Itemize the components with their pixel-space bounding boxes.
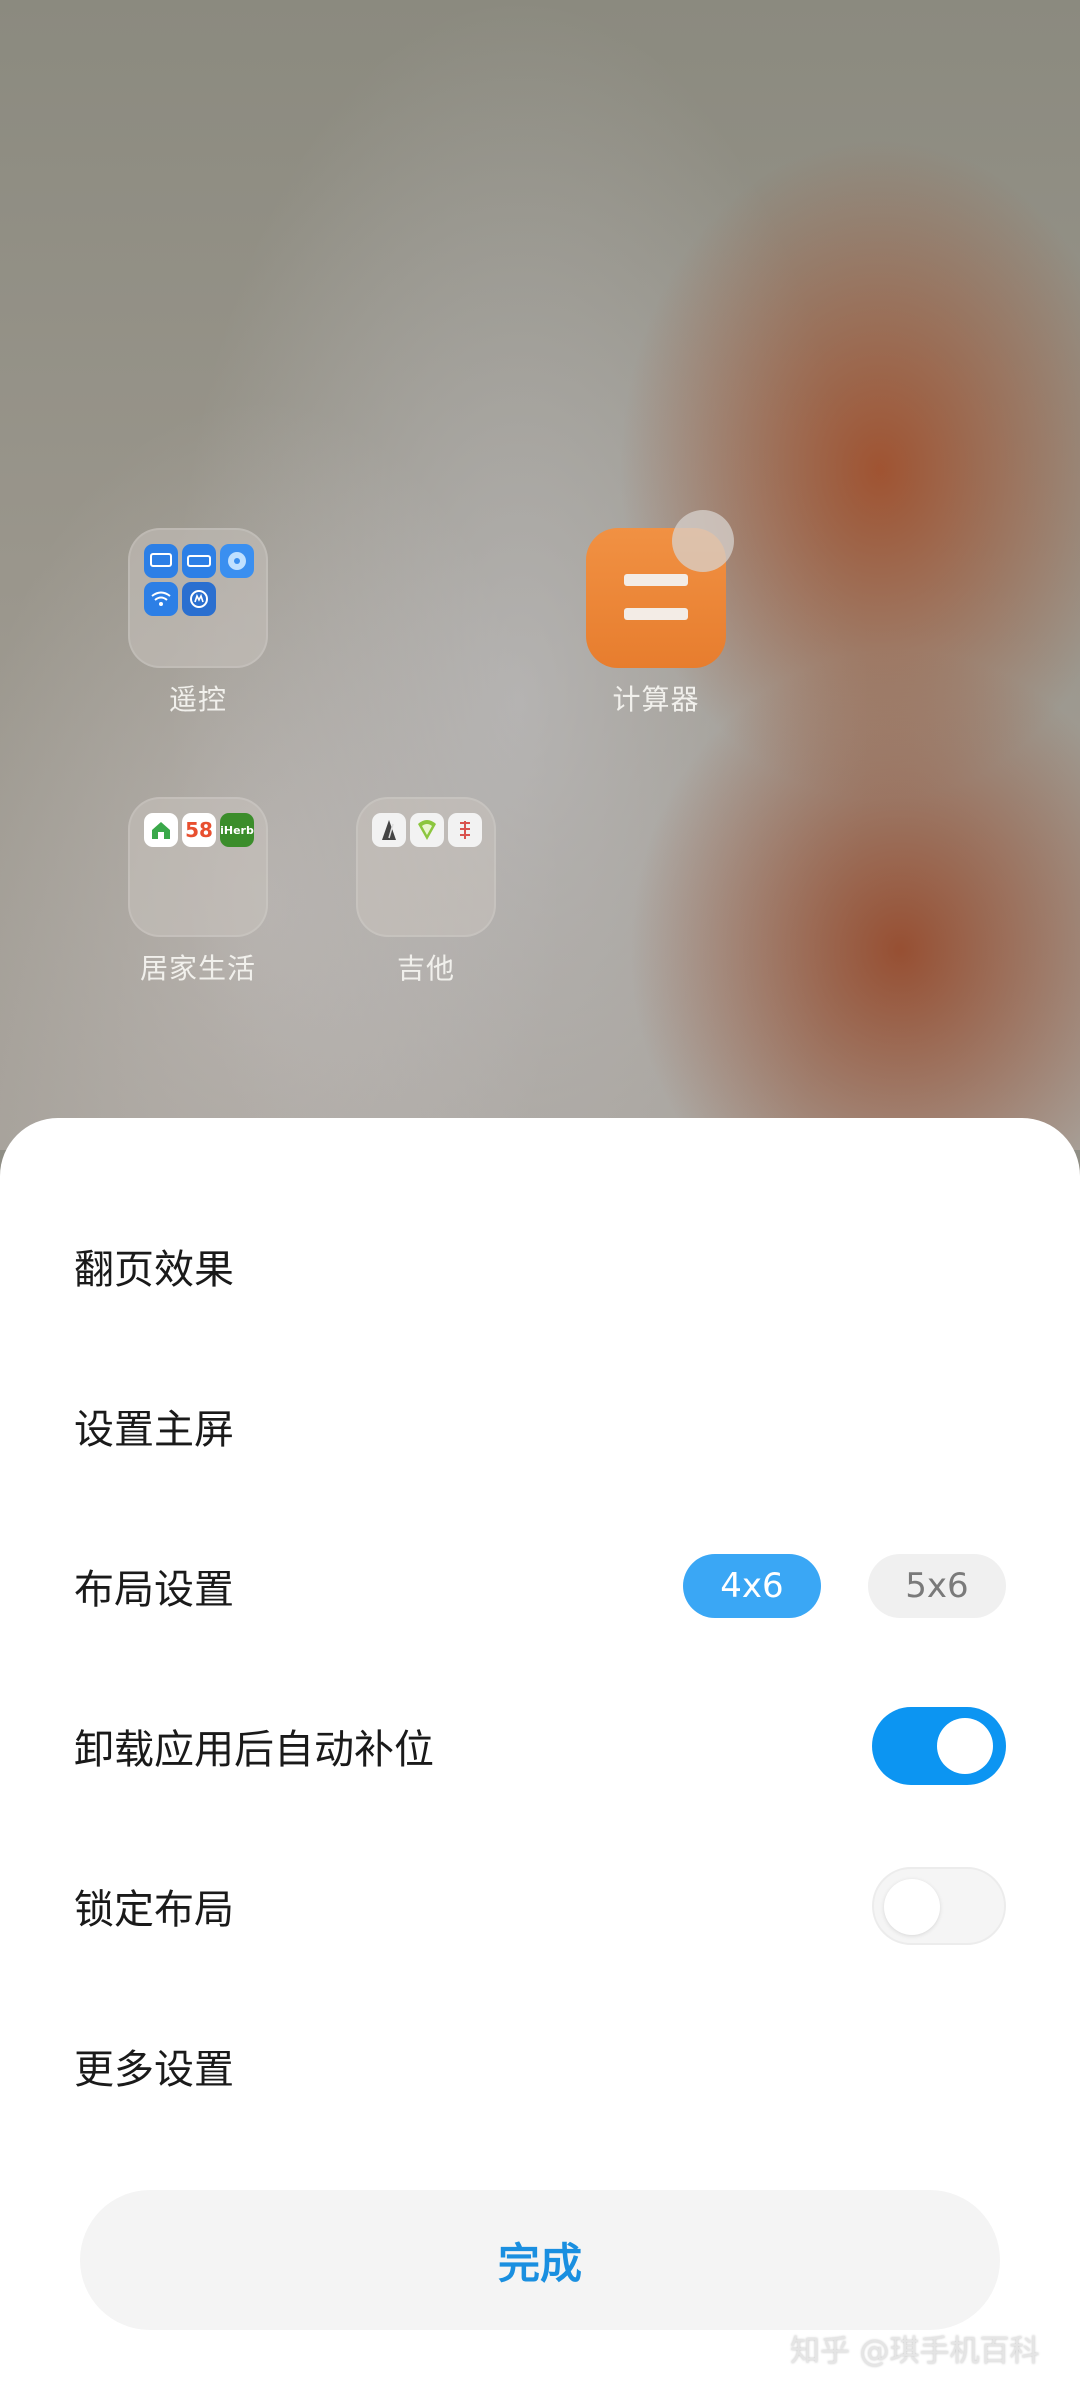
- row-set-home-screen[interactable]: 设置主屏: [0, 1346, 1080, 1506]
- layout-option-5x6[interactable]: 5x6: [868, 1554, 1006, 1618]
- house-app-icon: [144, 813, 178, 847]
- iherb-app-icon: iHerb: [220, 813, 254, 847]
- auto-fill-toggle-knob: [937, 1718, 993, 1774]
- remote-mi-icon: [182, 582, 216, 616]
- folder-guitar[interactable]: 吉他: [356, 797, 496, 987]
- row-lock-layout: 锁定布局: [0, 1826, 1080, 1986]
- more-settings-label: 更多设置: [74, 2047, 234, 2093]
- app-58-text: 58: [185, 818, 213, 842]
- guitar-pick-app-icon: [410, 813, 444, 847]
- metronome-app-icon: [372, 813, 406, 847]
- folder-remote[interactable]: 遥控: [128, 528, 268, 718]
- folder-guitar-tile: [356, 797, 496, 937]
- iherb-text: iHerb: [220, 823, 254, 837]
- page-turn-effect-label: 翻页效果: [74, 1247, 234, 1293]
- remote-wifi-icon: [144, 582, 178, 616]
- auto-fill-label: 卸载应用后自动补位: [74, 1727, 434, 1773]
- set-home-screen-label: 设置主屏: [74, 1407, 234, 1453]
- lock-layout-label: 锁定布局: [74, 1887, 234, 1933]
- layout-option-4x6[interactable]: 4x6: [683, 1554, 821, 1618]
- lock-layout-toggle-knob: [884, 1879, 940, 1935]
- row-page-turn-effect[interactable]: 翻页效果: [0, 1186, 1080, 1346]
- done-button[interactable]: 完成: [80, 2190, 1000, 2330]
- calculator-badge: [672, 510, 734, 572]
- remote-tv-icon: [144, 544, 178, 578]
- row-more-settings[interactable]: 更多设置: [0, 1986, 1080, 2146]
- layout-settings-label: 布局设置: [74, 1567, 234, 1613]
- folder-remote-label: 遥控: [168, 683, 227, 716]
- watermark: 知乎 @琪手机百科: [790, 2334, 1040, 2369]
- folder-remote-tile: [128, 528, 268, 668]
- remote-ac-icon: [182, 544, 216, 578]
- folder-guitar-label: 吉他: [396, 952, 455, 985]
- lock-layout-toggle[interactable]: [872, 1867, 1006, 1945]
- app-calculator-label: 计算器: [612, 683, 700, 716]
- app-58-icon: 58: [182, 813, 216, 847]
- remote-disc-icon: [220, 544, 254, 578]
- folder-home-life-label: 居家生活: [139, 952, 256, 985]
- row-auto-fill: 卸载应用后自动补位: [0, 1666, 1080, 1826]
- folder-home-life-tile: 58 iHerb: [128, 797, 268, 937]
- row-layout-settings: 布局设置 4x6 5x6: [0, 1506, 1080, 1666]
- folder-home-life[interactable]: 58 iHerb 居家生活: [128, 797, 268, 987]
- tuner-app-icon: [448, 813, 482, 847]
- auto-fill-toggle[interactable]: [872, 1707, 1006, 1785]
